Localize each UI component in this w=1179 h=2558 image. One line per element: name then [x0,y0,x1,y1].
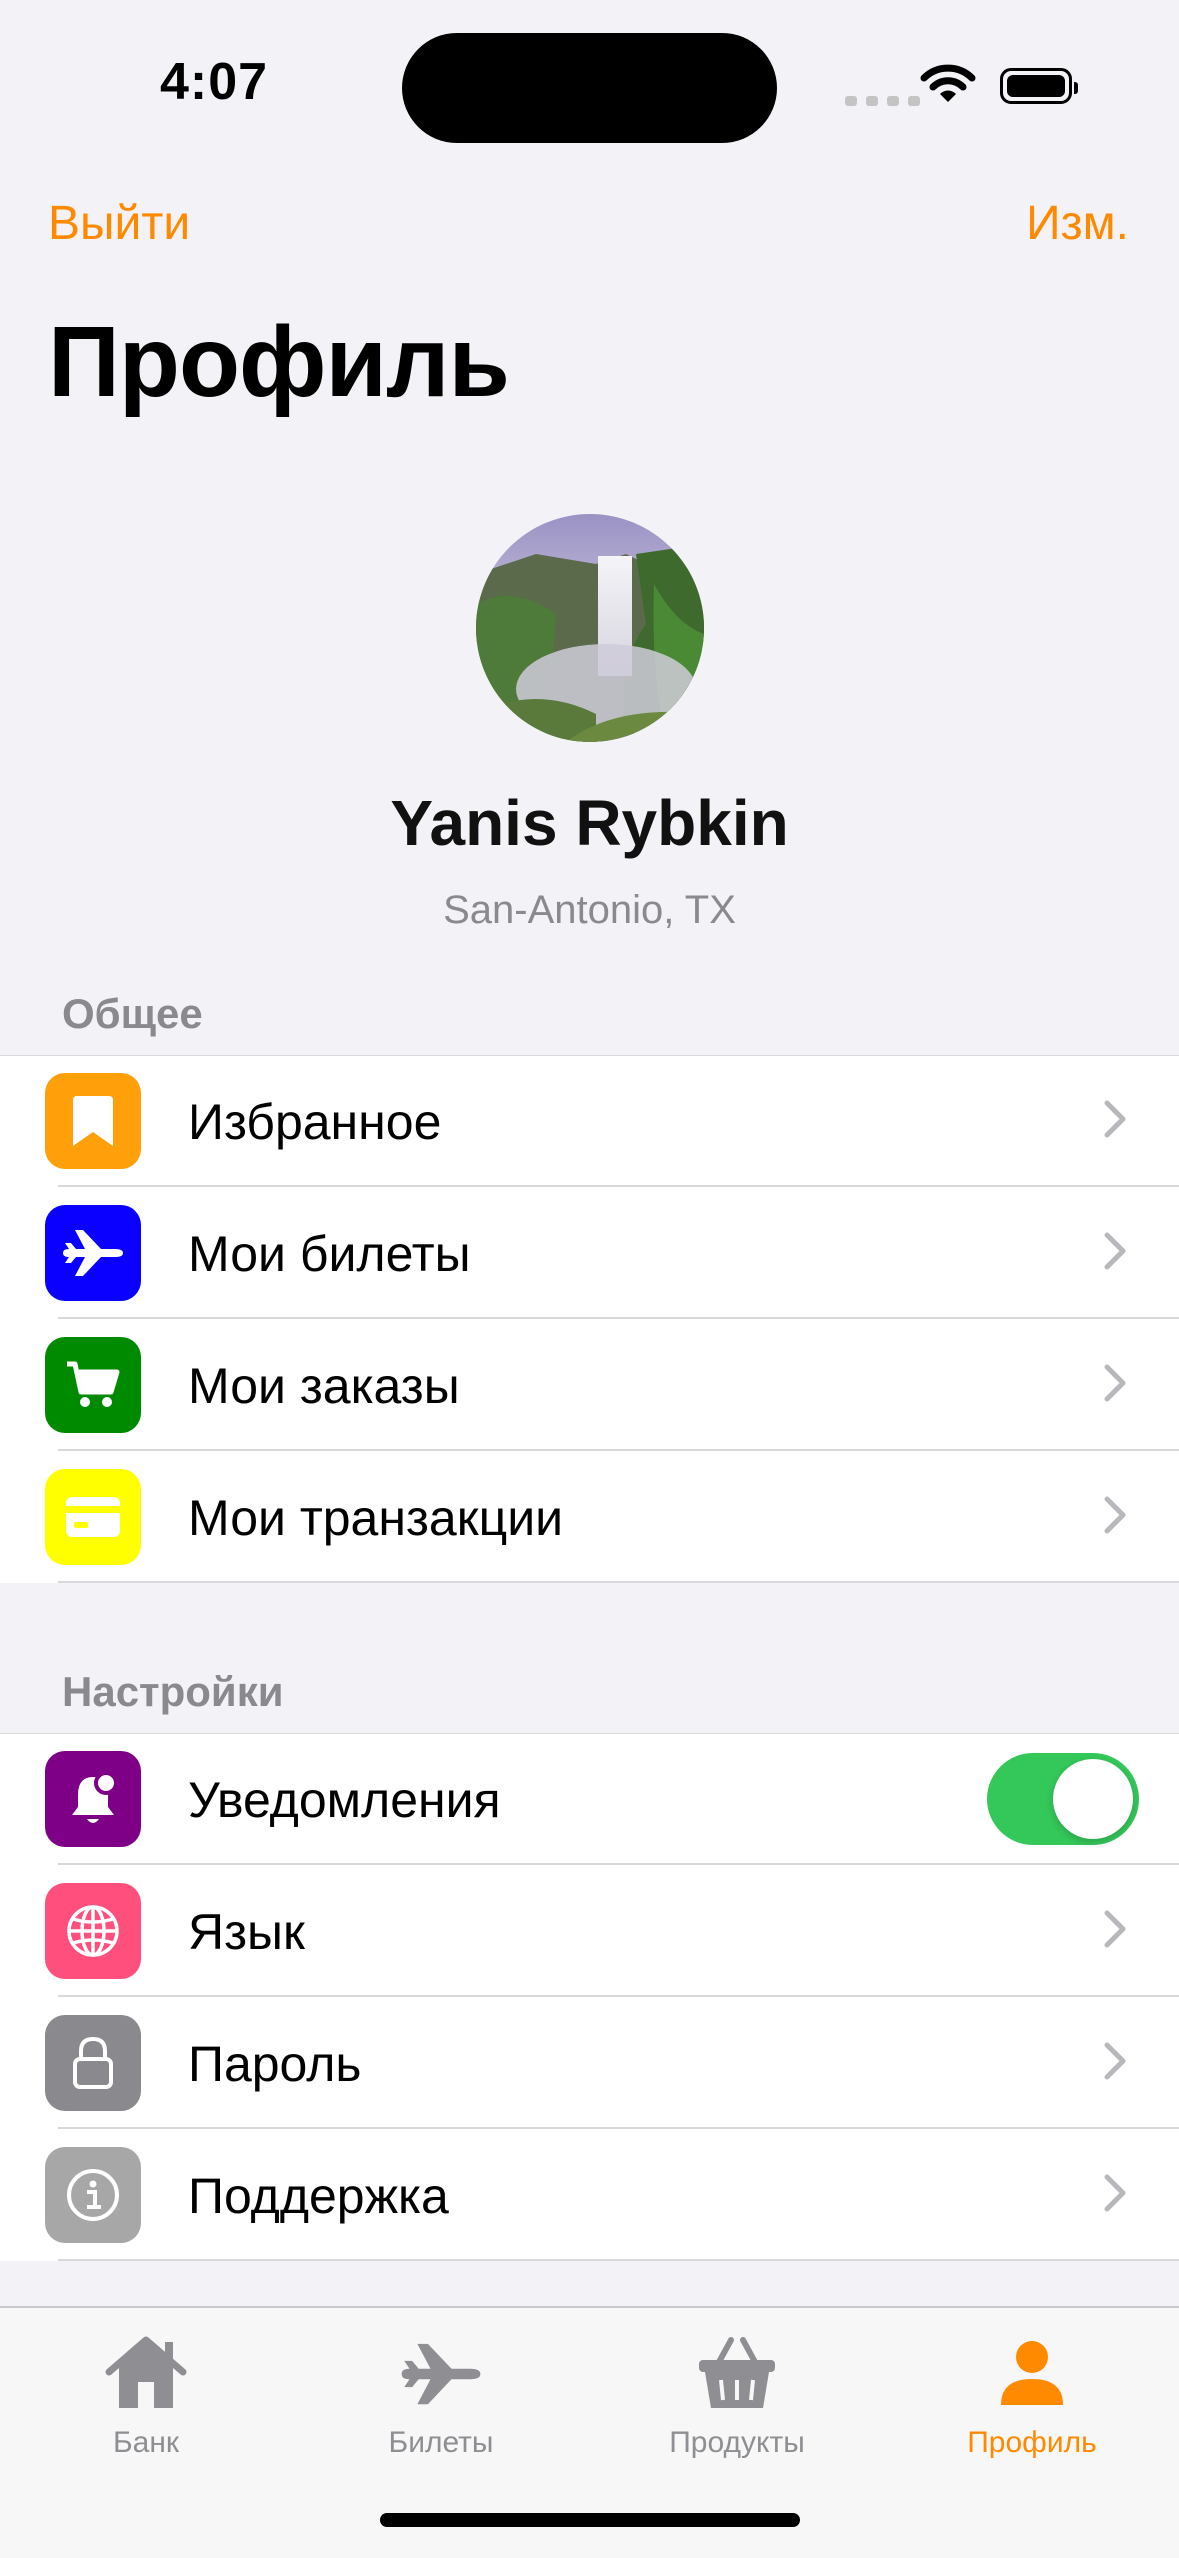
chevron-right-icon [1104,1496,1126,1534]
settings-list: Уведомления Язык Пароль Поддержка [0,1733,1179,2261]
list-item-label: Мои билеты [188,1226,471,1282]
tab-bank[interactable]: Банк [36,2332,256,2460]
chevron-right-icon [1104,1364,1126,1402]
tab-tickets[interactable]: Билеты [331,2332,551,2460]
cart-icon [45,1337,141,1433]
dynamic-island [402,33,777,143]
list-item-my-tickets[interactable]: Мои билеты [0,1187,1179,1319]
chevron-right-icon [1104,2042,1126,2080]
chevron-right-icon [1104,2174,1126,2212]
section-header-settings: Настройки [62,1668,284,1715]
tab-profile[interactable]: Профиль [922,2332,1142,2460]
wifi-icon [920,64,976,102]
list-item-my-transactions[interactable]: Мои транзакции [0,1451,1179,1583]
basket-icon [699,2337,775,2408]
list-item-label: Избранное [188,1094,442,1150]
list-item-language[interactable]: Язык [0,1865,1179,1997]
globe-icon [45,1883,141,1979]
edit-button[interactable]: Изм. [1026,196,1129,251]
avatar[interactable] [476,514,704,742]
tab-label: Продукты [669,2426,805,2459]
list-item-support[interactable]: Поддержка [0,2129,1179,2261]
list-item-label: Мои транзакции [188,1490,564,1546]
chevron-right-icon [1104,1232,1126,1270]
chevron-right-icon [1104,1100,1126,1138]
airplane-icon [45,1205,141,1301]
notifications-toggle[interactable] [987,1753,1139,1845]
tab-label: Билеты [388,2426,494,2459]
bell-badge-icon [45,1751,141,1847]
bookmark-icon [45,1073,141,1169]
cellular-signal-icon [845,96,920,106]
battery-icon [1000,68,1078,104]
tab-label: Банк [112,2426,180,2459]
logout-button[interactable]: Выйти [48,196,190,251]
list-item-label: Язык [188,1904,305,1960]
section-header-general: Общее [62,990,203,1037]
tab-label: Профиль [967,2426,1097,2459]
info-icon [45,2147,141,2243]
list-item-label: Мои заказы [188,1358,460,1414]
list-item-label: Пароль [188,2036,362,2092]
chevron-right-icon [1104,1910,1126,1948]
lock-icon [45,2015,141,2111]
list-item-label: Уведомления [188,1772,501,1828]
list-item-notifications: Уведомления [0,1733,1179,1865]
list-item-favorites[interactable]: Избранное [0,1055,1179,1187]
list-item-my-orders[interactable]: Мои заказы [0,1319,1179,1451]
credit-card-icon [45,1469,141,1565]
waterfall-photo [476,514,704,742]
airplane-icon [401,2343,481,2405]
list-item-label: Поддержка [188,2168,449,2224]
person-icon [1001,2341,1063,2405]
page-title: Профиль [48,306,510,418]
list-item-password[interactable]: Пароль [0,1997,1179,2129]
tab-products[interactable]: Продукты [627,2332,847,2460]
home-indicator[interactable] [380,2513,800,2527]
general-list: Избранное Мои билеты Мои заказы Мои тран… [0,1055,1179,1583]
status-time: 4:07 [160,53,269,111]
toggle-knob [1053,1759,1133,1839]
status-bar: 4:07 [0,0,1179,160]
user-name: Yanis Rybkin [390,787,789,859]
house-icon [105,2336,187,2408]
user-location: San-Antonio, TX [443,888,736,932]
